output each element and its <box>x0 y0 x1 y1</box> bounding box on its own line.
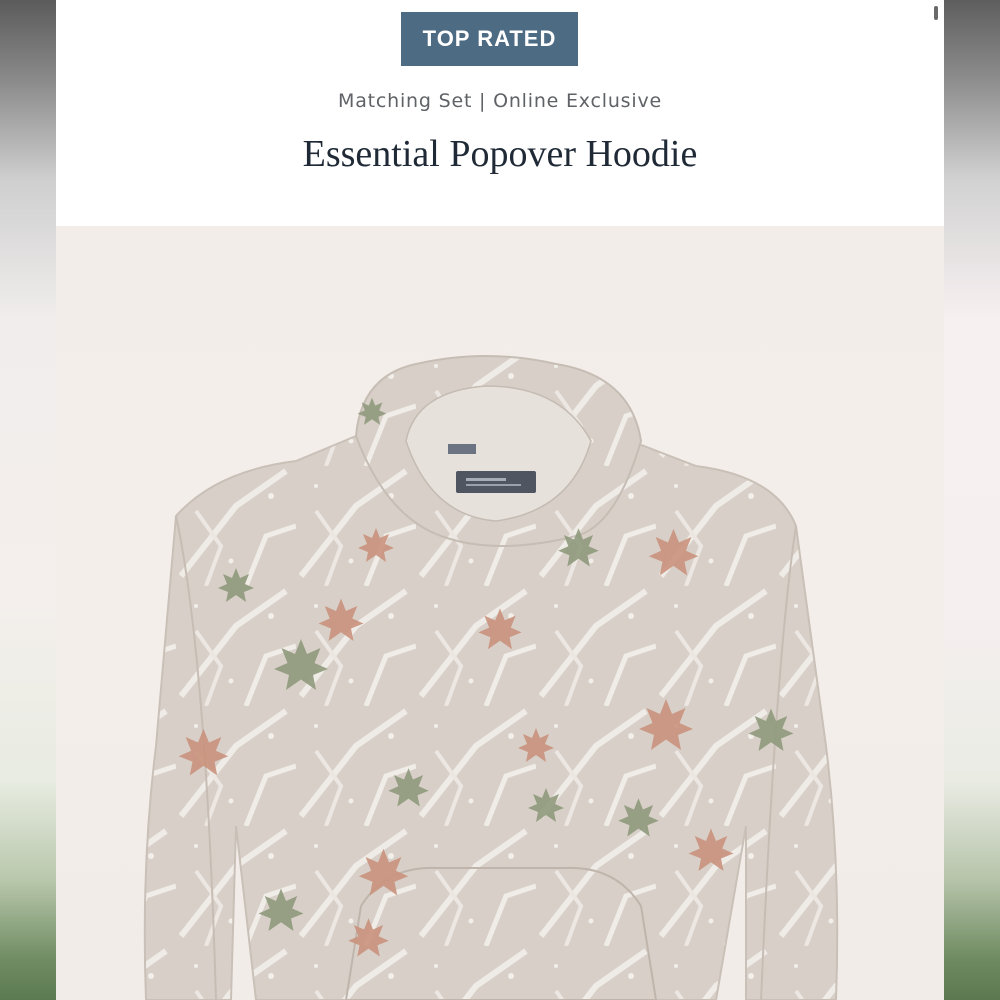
product-header: TOP RATED Matching Set | Online Exclusiv… <box>56 0 944 226</box>
product-subtitle: Matching Set | Online Exclusive <box>338 90 662 112</box>
product-title[interactable]: Essential Popover Hoodie <box>56 132 944 176</box>
top-rated-badge: TOP RATED <box>401 12 578 66</box>
screenshot-stage: TOP RATED Matching Set | Online Exclusiv… <box>0 0 1000 1000</box>
hang-tab <box>448 444 476 454</box>
product-image[interactable] <box>56 226 944 1000</box>
right-blur-gutter <box>944 0 1000 1000</box>
scroll-indicator[interactable] <box>934 6 938 20</box>
hoodie-image <box>143 355 839 1000</box>
left-blur-gutter <box>0 0 56 1000</box>
neck-label <box>456 471 536 493</box>
